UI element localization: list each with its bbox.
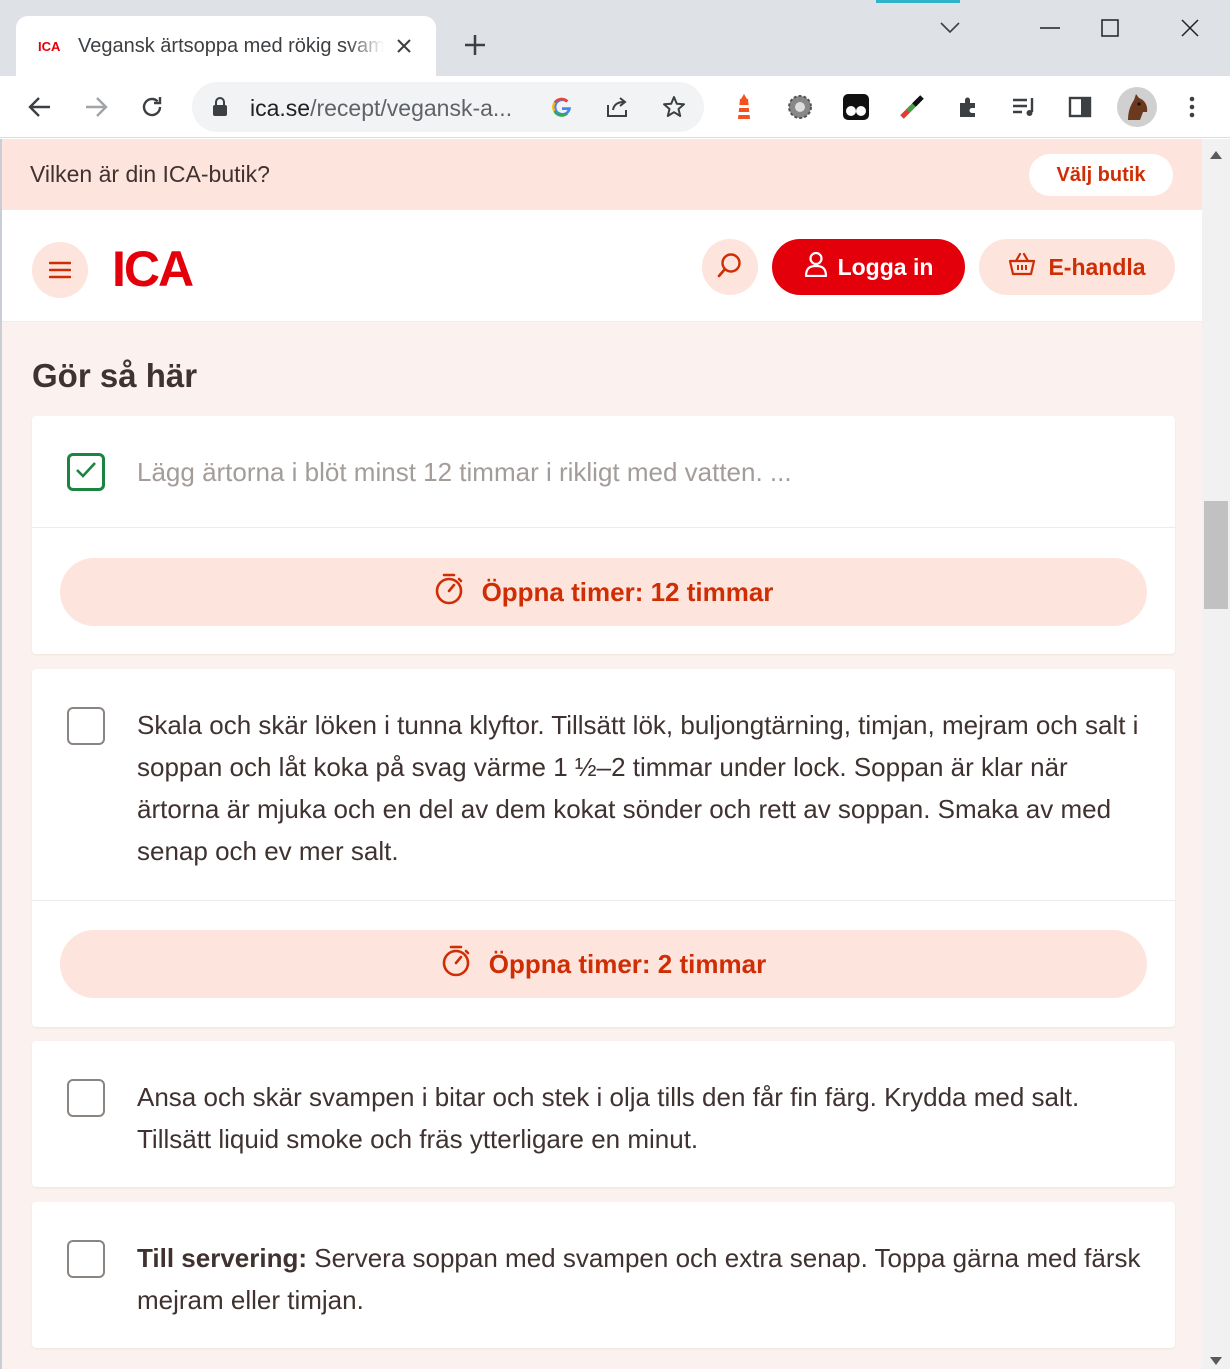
forward-button[interactable] xyxy=(78,89,114,125)
login-label: Logga in xyxy=(837,253,934,280)
reload-button[interactable] xyxy=(134,89,170,125)
step-text: Till servering: Servera soppan med svamp… xyxy=(137,1237,1147,1321)
checkmark-icon xyxy=(75,461,97,484)
url-path: /recept/vegansk-a... xyxy=(310,95,513,121)
settings-gear-extension-icon[interactable] xyxy=(782,89,818,125)
new-tab-button[interactable] xyxy=(458,28,492,62)
share-icon[interactable] xyxy=(604,93,632,121)
user-icon xyxy=(804,251,838,283)
search-icon xyxy=(717,252,743,283)
lighthouse-extension-icon[interactable] xyxy=(726,89,762,125)
ehandla-label: E-handla xyxy=(1048,253,1146,280)
ica-logo-text: ICA xyxy=(112,246,193,290)
step-card: Till servering: Servera soppan med svamp… xyxy=(32,1202,1175,1348)
url-text[interactable]: ica.se/recept/vegansk-a... xyxy=(250,95,512,122)
minimize-button[interactable] xyxy=(1030,8,1070,48)
login-button[interactable]: Logga in xyxy=(772,239,965,295)
site-header: ICA Logga in E-handla xyxy=(2,210,1202,322)
choose-store-button[interactable]: Välj butik xyxy=(1029,154,1173,196)
stopwatch-icon xyxy=(441,945,489,984)
lock-icon[interactable] xyxy=(212,97,228,122)
scroll-down-arrow-icon[interactable] xyxy=(1210,1357,1222,1365)
search-button[interactable] xyxy=(702,239,758,295)
close-icon[interactable] xyxy=(392,34,416,58)
back-button[interactable] xyxy=(22,89,58,125)
store-question: Vilken är din ICA-butik? xyxy=(30,161,270,187)
window-close-button[interactable] xyxy=(1170,8,1210,48)
timer-label: Öppna timer: 12 timmar xyxy=(481,576,774,607)
store-selector-bar: Vilken är din ICA-butik? Välj butik xyxy=(2,139,1202,210)
address-bar[interactable]: ica.se/recept/vegansk-a... xyxy=(192,82,704,132)
ehandla-button[interactable]: E-handla xyxy=(979,239,1175,295)
browser-tabstrip: ICA Vegansk ärtsoppa med rökig svamp xyxy=(0,0,1230,76)
open-timer-button[interactable]: Öppna timer: 2 timmar xyxy=(60,930,1147,998)
url-host: ica.se xyxy=(250,95,311,121)
browser-tab-active[interactable]: ICA Vegansk ärtsoppa med rökig svamp xyxy=(16,16,436,76)
profile-avatar[interactable] xyxy=(1117,87,1157,127)
step-card: Skala och skär löken i tunna klyftor. Ti… xyxy=(32,669,1175,1027)
step-checkbox[interactable] xyxy=(67,1079,105,1117)
ica-favicon-icon: ICA xyxy=(38,37,64,55)
step-bold-lead: Till servering: xyxy=(137,1243,308,1273)
tab-title: Vegansk ärtsoppa med rökig svamp xyxy=(78,34,384,57)
step-checkbox-checked[interactable] xyxy=(67,453,105,491)
instructions-heading: Gör så här xyxy=(32,357,198,394)
page-viewport: Vilken är din ICA-butik? Välj butik ICA … xyxy=(0,139,1202,1369)
svg-text:ICA: ICA xyxy=(38,39,61,53)
scroll-thumb[interactable] xyxy=(1204,501,1228,609)
google-lens-icon[interactable] xyxy=(548,93,576,121)
hamburger-menu-button[interactable] xyxy=(32,242,88,298)
step-text: Lägg ärtorna i blöt minst 12 timmar i ri… xyxy=(137,457,792,487)
step-text: Ansa och skär svampen i bitar och stek i… xyxy=(137,1082,1080,1154)
timer-label: Öppna timer: 2 timmar xyxy=(488,948,767,979)
extensions-puzzle-icon[interactable] xyxy=(950,89,986,125)
color-picker-extension-icon[interactable] xyxy=(894,89,930,125)
step-divider xyxy=(32,900,1175,901)
step-card: Ansa och skär svampen i bitar och stek i… xyxy=(32,1041,1175,1187)
browser-toolbar: ica.se/recept/vegansk-a... xyxy=(0,76,1230,138)
tab-search-chevron-icon[interactable] xyxy=(930,8,970,48)
browser-menu-icon[interactable] xyxy=(1174,89,1210,125)
step-checkbox[interactable] xyxy=(67,1240,105,1278)
media-queue-icon[interactable] xyxy=(1006,89,1042,125)
page-scrollbar[interactable] xyxy=(1202,139,1230,1369)
ica-logo[interactable]: ICA xyxy=(112,241,195,297)
side-panel-icon[interactable] xyxy=(1062,89,1098,125)
step-divider xyxy=(32,527,1175,528)
tampermonkey-extension-icon[interactable] xyxy=(838,89,874,125)
stopwatch-icon xyxy=(434,573,482,612)
step-checkbox[interactable] xyxy=(67,707,105,745)
maximize-button[interactable] xyxy=(1090,8,1130,48)
open-timer-button[interactable]: Öppna timer: 12 timmar xyxy=(60,558,1147,626)
tabstrip-accent xyxy=(876,0,960,3)
scroll-up-arrow-icon[interactable] xyxy=(1210,151,1222,159)
bookmark-star-icon[interactable] xyxy=(660,93,688,121)
basket-icon xyxy=(1008,252,1048,282)
step-card: Lägg ärtorna i blöt minst 12 timmar i ri… xyxy=(32,416,1175,654)
step-text: Skala och skär löken i tunna klyftor. Ti… xyxy=(137,710,1139,866)
